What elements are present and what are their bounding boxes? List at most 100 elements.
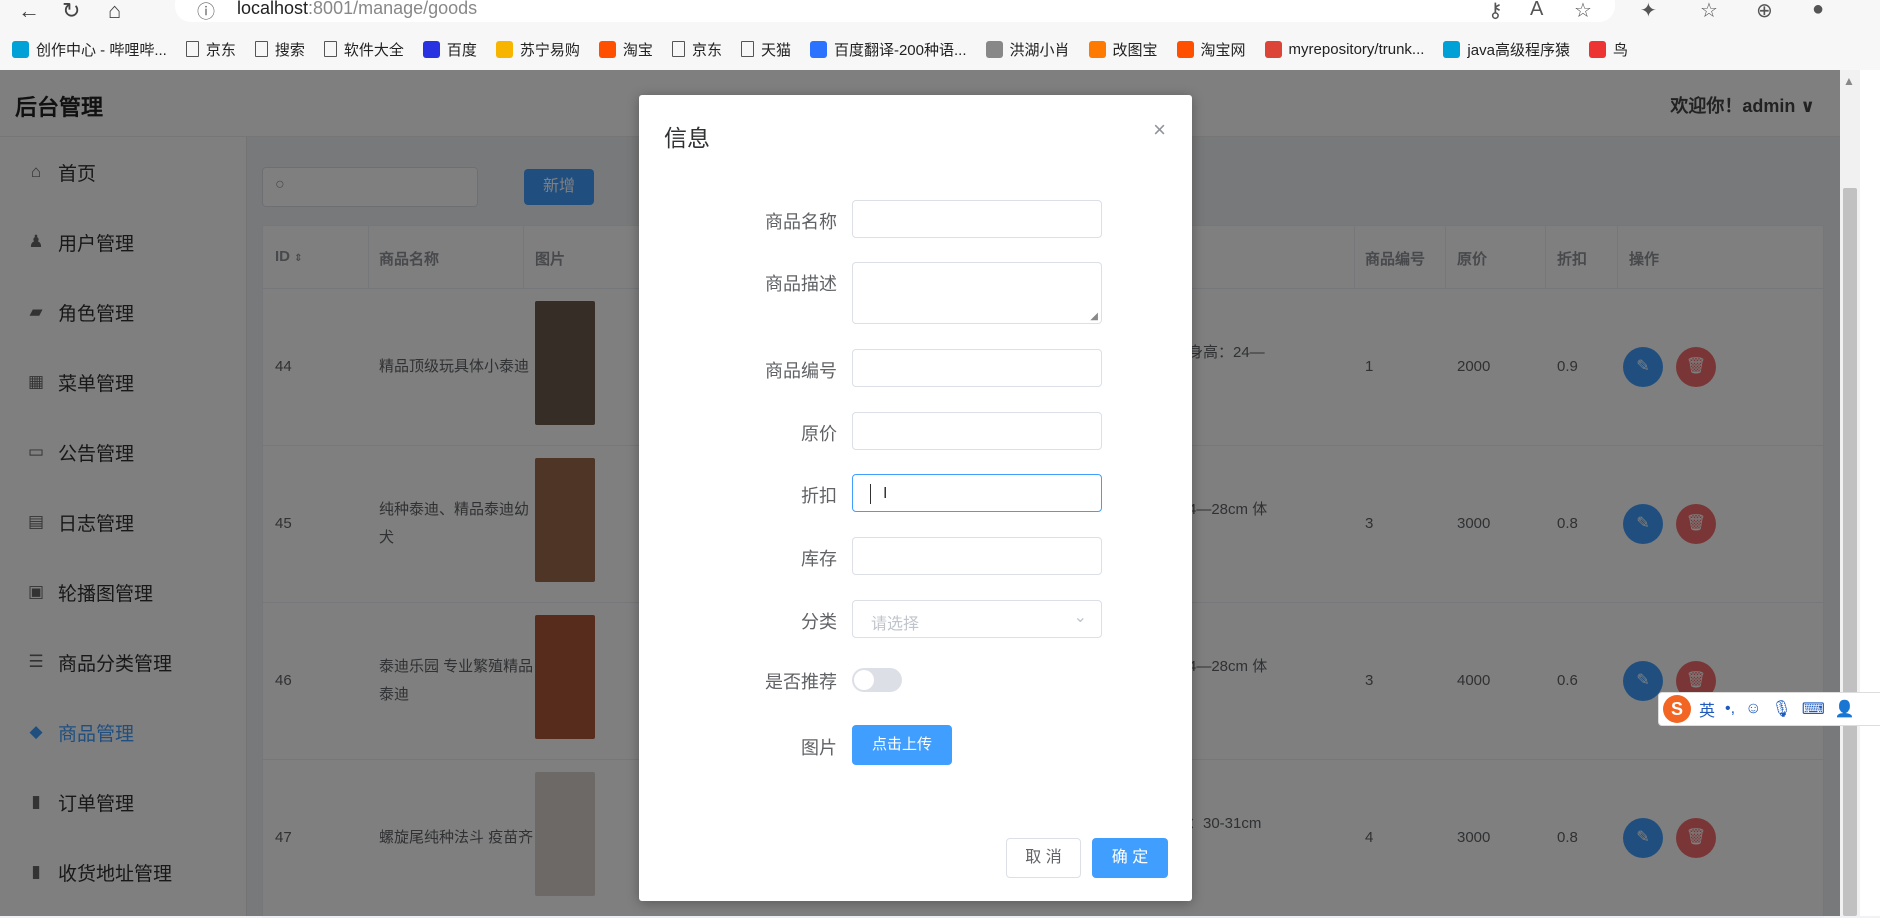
bookmark-item[interactable]: 淘宝网 [1176,39,1246,60]
sogou-logo-icon[interactable]: S [1663,695,1691,723]
profile-icon[interactable]: ● [1812,0,1824,21]
label-stock: 库存 [801,549,837,569]
bird-icon [985,40,1003,58]
keyboard-icon[interactable]: ⌨ [1802,699,1825,719]
category-placeholder: 请选择 [871,616,920,633]
goods-description-textarea[interactable]: ◢ [852,262,1102,324]
page-icon [323,41,337,57]
bookmark-label: 搜索 [274,41,305,59]
user-icon[interactable]: 👤 [1835,699,1855,719]
suning-icon [495,40,513,58]
back-icon[interactable]: ← [18,0,40,24]
home-icon[interactable]: ⌂ [108,0,121,24]
switch-knob [854,670,874,690]
label-goods-name: 商品名称 [765,212,837,232]
goods-code-input[interactable] [852,349,1102,387]
info-icon[interactable]: ⓘ [197,0,215,24]
bookmark-item[interactable]: 软件大全 [323,39,404,60]
label-price: 原价 [801,424,837,444]
text-cursor-icon: I [883,485,888,502]
category-select[interactable]: 请选择 ⌄ [852,600,1102,638]
bookmark-label: 创作中心 - 哔哩哔... [36,41,167,59]
bookmark-label: 洪湖小肖 [1009,41,1070,59]
bookmark-label: 软件大全 [343,41,404,59]
bilibili-icon [1443,40,1461,58]
bookmark-label: 京东 [691,41,722,59]
key-icon[interactable]: ⚷ [1488,0,1503,23]
bookmark-item[interactable]: 搜索 [254,39,305,60]
bookmark-label: 淘宝 [622,41,653,59]
emoji-icon[interactable]: ☺ [1745,700,1761,718]
bookmark-item[interactable]: 百度翻译-200种语... [809,39,967,60]
upload-button[interactable]: 点击上传 [852,725,952,765]
collections-icon[interactable]: ⊕ [1756,0,1773,23]
ime-toolbar[interactable]: S 英 •, ☺ 🎙 ⌨ 👤 [1658,692,1880,726]
refresh-icon[interactable]: ↻ [62,0,80,24]
taobao-icon [1176,40,1194,58]
dialog-title: 信息 [664,125,710,151]
bird-icon [1588,40,1606,58]
label-recommend: 是否推荐 [765,672,837,692]
label-goods-code: 商品编号 [765,361,837,381]
bookmark-label: 天猫 [760,41,791,59]
bookmark-label: 百度翻译-200种语... [833,41,967,59]
bookmark-item[interactable]: 改图宝 [1088,39,1158,60]
bookmark-label: 百度 [446,41,477,59]
address-bar[interactable]: ⓘ localhost:8001/manage/goods [175,0,1615,22]
baidu-icon [422,40,440,58]
label-image: 图片 [801,738,837,758]
price-input[interactable] [852,412,1102,450]
stock-input[interactable] [852,537,1102,575]
favorites-icon[interactable]: ☆ [1700,0,1718,23]
favorite-add-icon[interactable]: ☆ [1574,0,1592,23]
bookmark-label: myrepository/trunk... [1288,40,1425,58]
bookmark-label: 淘宝网 [1200,41,1246,59]
read-aloud-icon[interactable]: A [1530,0,1543,21]
bookmark-label: java高级程序猿 [1467,41,1570,59]
bookmarks-bar: 创作中心 - 哔哩哔... 京东 搜索 软件大全 百度 苏宁易购 淘宝 京东 天猫 百度翻译-20… [12,38,1647,60]
bookmark-item[interactable]: 百度 [422,39,477,60]
bookmark-item[interactable]: 鸟 [1588,39,1628,60]
chrome-icon [1264,40,1282,58]
discount-input[interactable]: I [852,474,1102,512]
label-discount: 折扣 [801,486,837,506]
bookmark-item[interactable]: 淘宝 [598,39,653,60]
bookmark-item[interactable]: 苏宁易购 [495,39,580,60]
gaitubao-icon [1088,40,1106,58]
scroll-up-icon[interactable]: ▲ [1843,74,1855,88]
bookmark-label: 苏宁易购 [519,41,580,59]
scrollbar-thumb[interactable] [1843,188,1857,916]
label-goods-description: 商品描述 [765,274,837,294]
bookmark-label: 京东 [205,41,236,59]
cancel-button[interactable]: 取 消 [1006,838,1081,878]
bookmark-item[interactable]: 洪湖小肖 [985,39,1070,60]
taobao-icon [598,40,616,58]
resize-handle-icon[interactable]: ◢ [1090,311,1098,322]
browser-toolbar: ← ↻ ⌂ ⓘ localhost:8001/manage/goods ⚷ A … [0,0,1880,71]
bookmark-label: 鸟 [1612,41,1628,59]
recommend-switch[interactable] [852,668,902,692]
bookmark-item[interactable]: 京东 [671,39,722,60]
page-icon [740,41,754,57]
bookmark-item[interactable]: 天猫 [740,39,791,60]
bookmark-item[interactable]: 京东 [185,39,236,60]
ime-language[interactable]: 英 [1699,697,1715,721]
baidu-translate-icon [809,40,827,58]
url-text[interactable]: localhost:8001/manage/goods [237,0,477,19]
punctuation-icon[interactable]: •, [1725,700,1735,718]
goods-name-input[interactable] [852,200,1102,238]
text-caret [870,484,871,504]
extensions-icon[interactable]: ✦ [1640,0,1657,23]
goods-dialog: 信息 × 商品名称 商品描述 ◢ 商品编号 原价 折扣 I 库存 分类 请选择 … [639,95,1192,901]
edge-sidebar [1860,70,1880,916]
confirm-button[interactable]: 确 定 [1092,838,1168,878]
bookmark-item[interactable]: java高级程序猿 [1443,39,1570,60]
bookmark-item[interactable]: 创作中心 - 哔哩哔... [12,39,167,60]
close-icon[interactable]: × [1153,117,1166,143]
bookmark-label: 改图宝 [1112,41,1158,59]
page-icon [671,41,685,57]
bilibili-icon [12,40,29,58]
microphone-icon[interactable]: 🎙 [1771,699,1791,719]
bookmark-item[interactable]: myrepository/trunk... [1264,40,1425,58]
label-category: 分类 [801,612,837,632]
